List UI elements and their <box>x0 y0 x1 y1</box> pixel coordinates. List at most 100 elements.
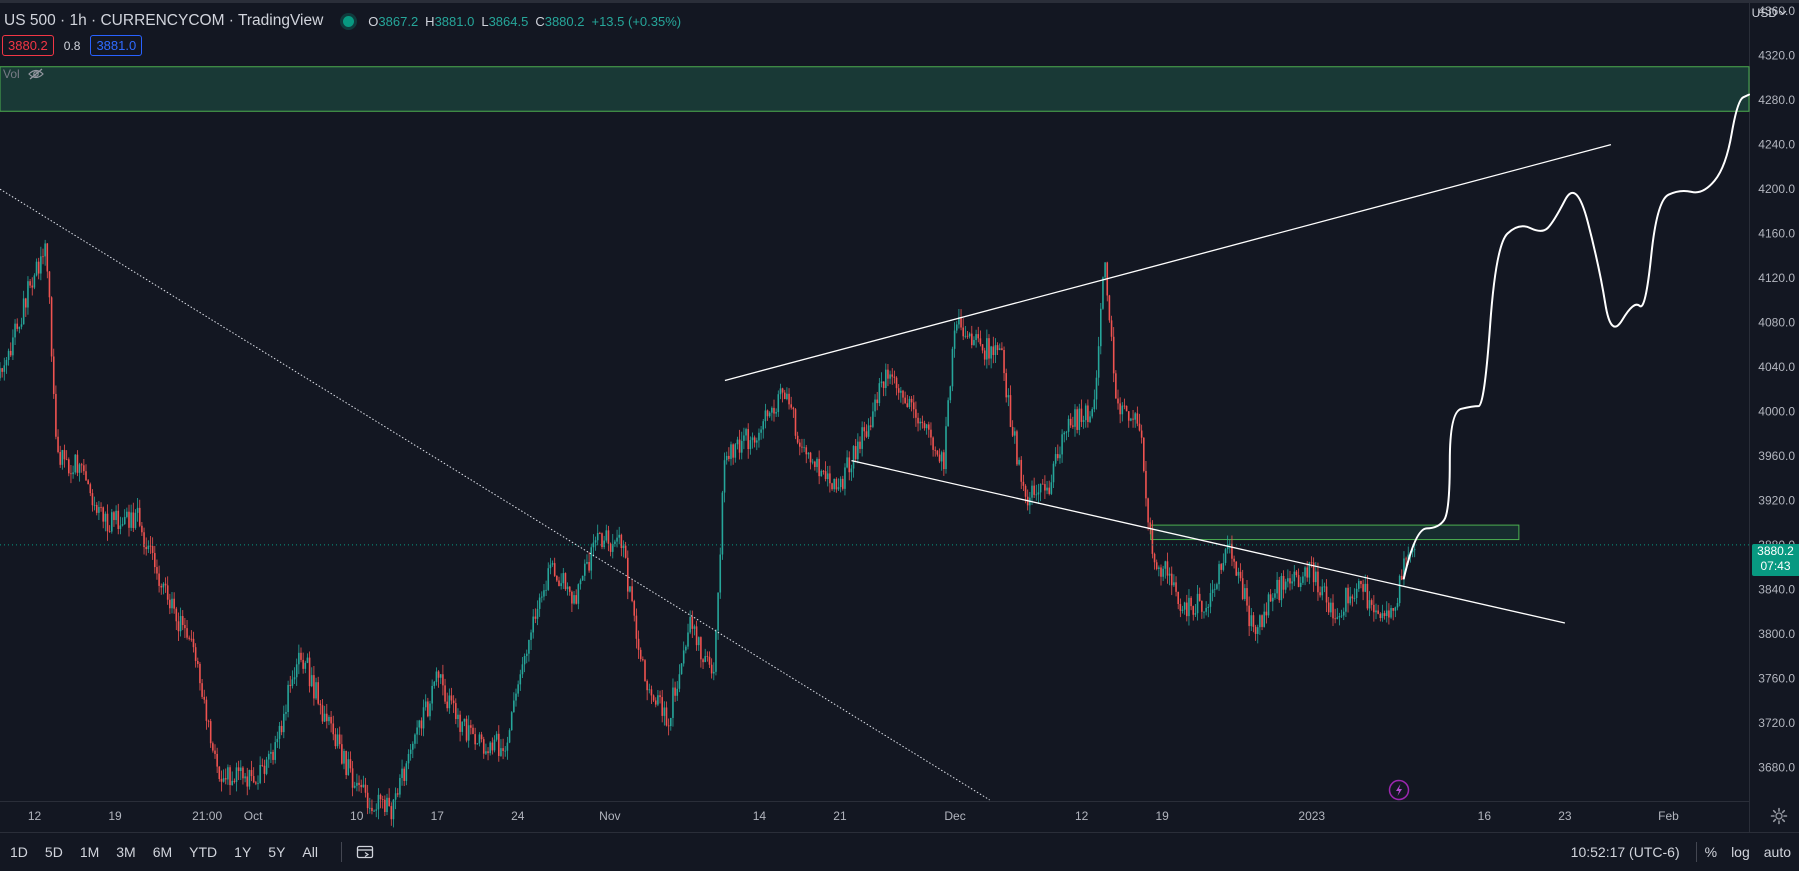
eye-off-icon[interactable] <box>27 68 44 80</box>
candle-body <box>820 470 823 477</box>
candle-body <box>40 256 42 274</box>
candle-body <box>753 437 756 443</box>
candle-body <box>1295 571 1298 576</box>
candle-body <box>1052 463 1055 483</box>
candle-body <box>708 656 711 665</box>
candle-body <box>399 777 401 795</box>
range-3m-button[interactable]: 3M <box>106 844 142 860</box>
lightning-icon[interactable] <box>1388 779 1410 801</box>
sell-price-button[interactable]: 3880.2 <box>2 35 54 56</box>
candle-body <box>57 436 59 453</box>
candle-body <box>1413 549 1416 551</box>
candle-body <box>1020 459 1023 482</box>
candle-body <box>725 455 728 461</box>
candle-body <box>758 432 760 441</box>
range-6m-button[interactable]: 6M <box>143 844 179 860</box>
candle-body <box>801 446 803 448</box>
candle-body <box>799 442 801 447</box>
candle-body <box>1170 573 1173 586</box>
candle-body <box>1379 613 1382 618</box>
candle-body <box>1186 602 1188 617</box>
range-ytd-button[interactable]: YTD <box>179 844 224 860</box>
range-all-button[interactable]: All <box>292 844 325 860</box>
price-tick-label: 4320.0 <box>1758 49 1795 63</box>
candle-body <box>1381 613 1384 618</box>
candle-body <box>919 421 921 424</box>
range-1d-button[interactable]: 1D <box>0 844 35 860</box>
candle-body <box>697 637 700 646</box>
candle-body <box>962 327 964 337</box>
candle-body <box>1033 485 1035 495</box>
candle-body <box>455 703 457 720</box>
candle-body <box>20 324 23 327</box>
candle-body <box>310 675 313 687</box>
percent-scale-button[interactable]: % <box>1705 844 1717 860</box>
time-axis[interactable]: 12 19 21:00 Oct 10 17 24 Nov 14 21 Dec 12 19 2023 16 23… <box>28 809 1679 823</box>
range-1y-button[interactable]: 1Y <box>224 844 258 860</box>
candle-body <box>332 723 335 735</box>
candle-body <box>31 285 34 288</box>
candle-body <box>749 440 752 450</box>
candle-body <box>1138 423 1141 431</box>
candle-body <box>308 657 311 687</box>
candle-body <box>229 767 231 786</box>
candle-body <box>1256 627 1259 634</box>
candle-body <box>1334 618 1336 620</box>
currency-menu[interactable]: USD <box>1752 6 1787 20</box>
gear-icon[interactable] <box>1770 807 1788 825</box>
log-scale-button[interactable]: log <box>1731 844 1750 860</box>
candle-body <box>1149 522 1152 529</box>
candle-body <box>12 337 14 356</box>
range-5d-button[interactable]: 5D <box>35 844 70 860</box>
candle-body <box>951 348 954 387</box>
candle-body <box>1188 597 1190 617</box>
candle-body <box>1041 483 1044 485</box>
candle-body <box>487 751 489 754</box>
price-chart[interactable]: 3680.03720.03760.03800.03840.03880.03920… <box>0 0 1799 832</box>
candle-body <box>74 454 77 473</box>
candle-body <box>1009 395 1012 427</box>
candle-body <box>1220 564 1222 570</box>
candle-body <box>502 748 504 752</box>
range-5y-button[interactable]: 5Y <box>258 844 292 860</box>
range-1m-button[interactable]: 1M <box>70 844 106 860</box>
candle-body <box>854 446 857 460</box>
candle-body <box>270 751 272 754</box>
candle-body <box>1072 425 1074 427</box>
goto-date-icon[interactable] <box>356 844 374 860</box>
candle-body <box>472 727 474 735</box>
clock-timezone[interactable]: 10:52:17 (UTC-6) <box>1571 844 1680 860</box>
candle-body <box>1349 596 1351 604</box>
candle-body <box>388 797 390 807</box>
buy-price-button[interactable]: 3881.0 <box>90 35 143 56</box>
candle-body <box>285 712 287 714</box>
candle-body <box>971 333 973 346</box>
candle-body <box>334 734 337 747</box>
candle-body <box>629 586 631 592</box>
candle-body <box>212 743 214 751</box>
candle-body <box>407 753 410 764</box>
candle-body <box>717 592 719 631</box>
candle-body <box>1196 593 1199 614</box>
candle-body <box>181 616 184 625</box>
time-tick-label: 17 <box>431 809 445 823</box>
candle-body <box>130 512 132 528</box>
candle-body <box>1345 587 1347 612</box>
candle-body <box>685 646 687 651</box>
auto-scale-button[interactable]: auto <box>1764 844 1791 860</box>
candle-body <box>788 393 790 405</box>
ohlc-change: +13.5 (+0.35%) <box>591 13 682 29</box>
candle-body <box>556 575 558 581</box>
candle-body <box>1065 431 1068 433</box>
candle-body <box>577 584 580 604</box>
candle-body <box>102 507 104 522</box>
candle-body <box>317 682 319 704</box>
candle-body <box>809 452 812 463</box>
price-axis: 3680.03720.03760.03800.03840.03880.03920… <box>1758 4 1795 775</box>
symbol-title[interactable]: US 500 · 1h · CURRENCYCOM · TradingView <box>4 12 323 30</box>
candle-body <box>781 388 784 393</box>
candle-body <box>1003 349 1005 374</box>
candle-body <box>805 447 808 455</box>
candle-body <box>1181 609 1184 611</box>
candle-body <box>1115 373 1117 399</box>
